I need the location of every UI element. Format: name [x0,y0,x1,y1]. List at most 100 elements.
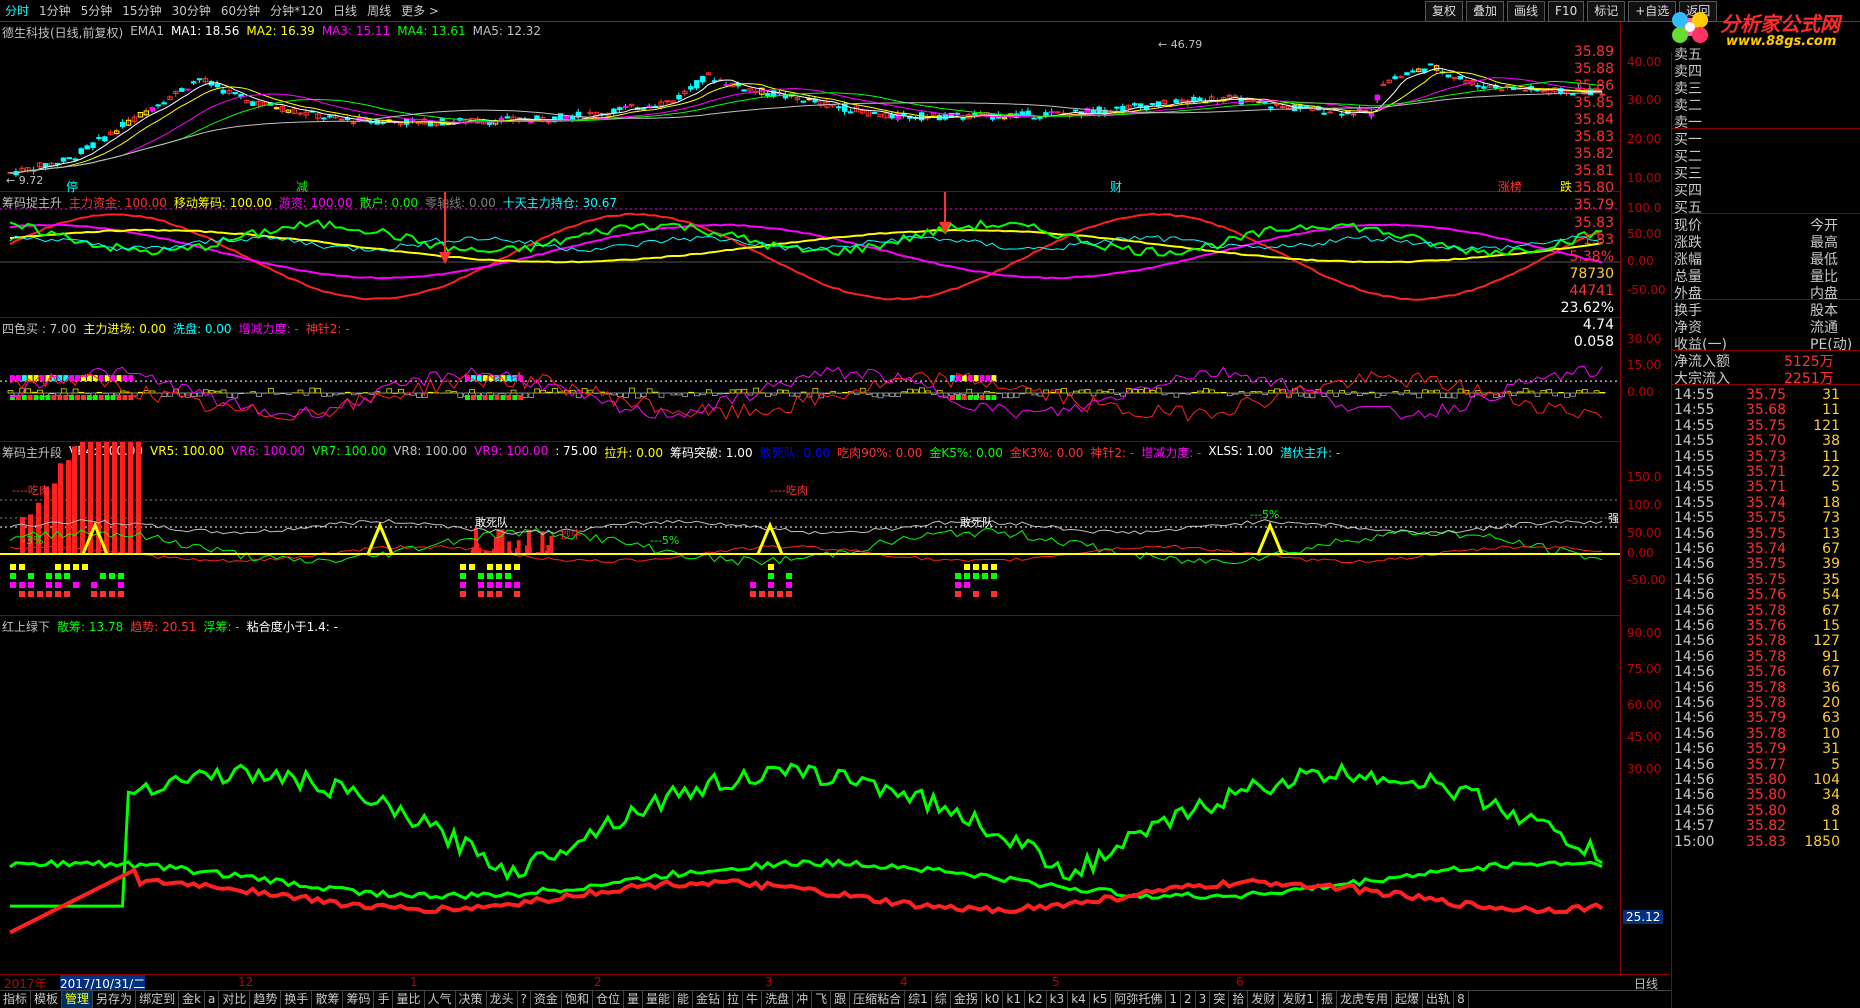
four-color-bar [812,388,819,394]
timeframe-2[interactable]: 5分钟 [76,1,118,21]
tab-29[interactable]: 飞 [812,991,832,1008]
timeframe-6[interactable]: 分钟*120 [265,1,328,21]
rise-spike-1 [366,521,394,555]
tab-8[interactable]: 趋势 [250,991,282,1008]
four-color-bar [31,391,37,394]
tab-42[interactable]: 1 [1166,991,1182,1008]
tab-40[interactable]: k5 [1090,991,1112,1008]
signal-block [496,591,502,597]
four-color-bar [1339,390,1345,394]
tab-11[interactable]: 筹码 [343,991,375,1008]
tab-49[interactable]: 振 [1318,991,1338,1008]
toolbar-button-4[interactable]: 标记 [1587,1,1626,22]
toolbar-button-1[interactable]: 叠加 [1466,1,1505,22]
tab-39[interactable]: k4 [1068,991,1090,1008]
tab-27[interactable]: 洗盘 [762,991,794,1008]
timeframe-4[interactable]: 30分钟 [167,1,216,21]
tab-22[interactable]: 量能 [643,991,674,1008]
tab-3[interactable]: 另存为 [93,991,137,1008]
tab-18[interactable]: 资金 [531,991,562,1008]
tab-24[interactable]: 金钻 [693,991,725,1008]
tick-price: 35.78 [1746,602,1787,619]
tab-41[interactable]: 阿弥托佛 [1111,991,1167,1008]
tab-21[interactable]: 量 [624,991,643,1008]
tab-7[interactable]: 对比 [219,991,251,1008]
tab-25[interactable]: 拉 [724,991,744,1008]
four-color-bar [1238,391,1245,394]
tab-14[interactable]: 人气 [425,991,456,1008]
four-color-bar [1439,392,1446,399]
tab-12[interactable]: 手 [374,991,394,1008]
tab-47[interactable]: 发财 [1248,991,1280,1008]
timeframe-0[interactable]: 分时 [0,1,34,21]
four-color-bar [149,390,156,394]
tab-6[interactable]: a [205,991,220,1008]
timeframe-1[interactable]: 1分钟 [34,1,76,21]
tab-32[interactable]: 综1 [905,991,932,1008]
tick-time: 14:56 [1674,741,1715,758]
tab-19[interactable]: 饱和 [562,991,593,1008]
red-green-pane[interactable]: 红上绿下 散筹: 13.78 趋势: 20.51 浮筹: - 粘合度小于1.4: - [0,616,1620,974]
toolbar-button-2[interactable]: 画线 [1507,1,1546,22]
main-rise-pane[interactable]: 筹码主升段VR4: 100.00VR5: 100.00VR6: 100.00VR… [0,442,1620,616]
candle-body [149,107,155,112]
bid-1-value: 35.82 [1573,146,1614,162]
four-color-bar [1220,391,1227,394]
tab-51[interactable]: 起爆 [1392,991,1424,1008]
tab-34[interactable]: 金拐 [951,991,982,1008]
four-color-bar [865,392,872,395]
tab-0[interactable]: 指标 [0,991,32,1008]
tab-16[interactable]: 龙头 [487,991,518,1008]
four-color-bar [1599,392,1606,394]
bid-4-value: 35.79 [1573,197,1614,213]
tab-15[interactable]: 决策 [456,991,487,1008]
tab-20[interactable]: 仓位 [593,991,624,1008]
tab-45[interactable]: 突 [1210,991,1230,1008]
tab-50[interactable]: 龙虎专用 [1337,991,1393,1008]
buy-signal-dot [973,395,979,400]
tab-38[interactable]: k3 [1047,991,1069,1008]
timeframe-5[interactable]: 60分钟 [216,1,265,21]
chip-capture-pane[interactable]: 筹码捉主升 主力资金: 100.00 移动筹码: 100.00 游资: 100.00 散… [0,192,1620,318]
tab-23[interactable]: 能 [674,991,694,1008]
tab-13[interactable]: 量比 [393,991,425,1008]
buy-signal-dot [985,395,991,400]
tab-30[interactable]: 跟 [831,991,851,1008]
timeframe-7[interactable]: 日线 [328,1,362,21]
tab-35[interactable]: k0 [982,991,1004,1008]
candle-body [836,106,842,109]
four-color-bar [1558,392,1564,394]
four-color-bar [1351,391,1357,394]
tab-10[interactable]: 散筹 [312,991,344,1008]
tab-17[interactable]: ? [518,991,531,1008]
toolbar-button-3[interactable]: F10 [1548,1,1585,22]
flow-label: 大宗流入 [1674,371,1730,387]
signal-block [10,573,16,579]
four-color-bar [694,392,700,397]
tab-48[interactable]: 发财1 [1279,991,1318,1008]
tab-53[interactable]: 8 [1454,991,1469,1008]
tab-33[interactable]: 综 [932,991,951,1008]
tab-36[interactable]: k1 [1003,991,1025,1008]
timeframe-3[interactable]: 15分钟 [117,1,166,21]
tab-31[interactable]: 压缩粘合 [850,991,906,1008]
tab-44[interactable]: 3 [1196,991,1211,1008]
price-pane[interactable]: 德生科技(日线,前复权) EMA1 MA1: 18.56 MA2: 16.39 MA3:… [0,22,1620,194]
timeframe-8[interactable]: 周线 [362,1,396,21]
timeframe-9[interactable]: 更多 > [396,1,444,21]
tab-46[interactable]: 拾 [1229,991,1249,1008]
tick-time: 14:56 [1674,756,1715,773]
tab-4[interactable]: 绑定到 [136,991,180,1008]
tab-9[interactable]: 换手 [281,991,313,1008]
tick-price: 35.78 [1746,695,1787,711]
tab-5[interactable]: 金k [179,991,206,1008]
tab-52[interactable]: 出轨 [1423,991,1455,1008]
four-color-pane[interactable]: 四色买 : 7.00 主力进场: 0.00 洗盘: 0.00 增减力度: - 神针2: … [0,318,1620,442]
tab-1[interactable]: 模板 [31,991,63,1008]
tab-43[interactable]: 2 [1181,991,1196,1008]
tab-26[interactable]: 牛 [743,991,763,1008]
toolbar-button-0[interactable]: 复权 [1425,1,1464,22]
tab-37[interactable]: k2 [1025,991,1047,1008]
tab-28[interactable]: 冲 [793,991,813,1008]
tab-2[interactable]: 管理 [62,991,94,1008]
